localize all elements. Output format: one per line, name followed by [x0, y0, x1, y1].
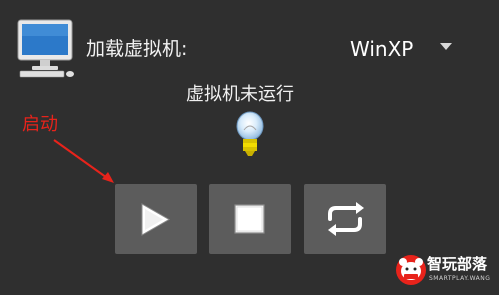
light-bulb-icon: [232, 110, 268, 160]
restart-button[interactable]: [304, 184, 386, 254]
vm-status-text: 虚拟机未运行: [186, 84, 294, 105]
watermark-brand-text: 智玩部落: [427, 255, 488, 273]
vm-select-value: WinXP: [350, 37, 414, 61]
annotation-arrow-icon: [40, 132, 120, 192]
stop-icon: [234, 204, 265, 234]
watermark-logo: 智玩部落 SMARTPLAY.WANG: [393, 250, 497, 292]
vm-select-dropdown[interactable]: WinXP: [344, 32, 470, 66]
play-icon: [141, 203, 171, 236]
play-button[interactable]: [115, 184, 197, 254]
stop-button[interactable]: [209, 184, 291, 254]
load-vm-label: 加载虚拟机:: [86, 38, 188, 60]
chevron-down-icon: [440, 43, 452, 50]
watermark-sub-text: SMARTPLAY.WANG: [429, 275, 491, 282]
computer-icon: [14, 18, 76, 78]
bear-logo-icon: [396, 255, 426, 285]
restart-icon: [328, 202, 364, 236]
